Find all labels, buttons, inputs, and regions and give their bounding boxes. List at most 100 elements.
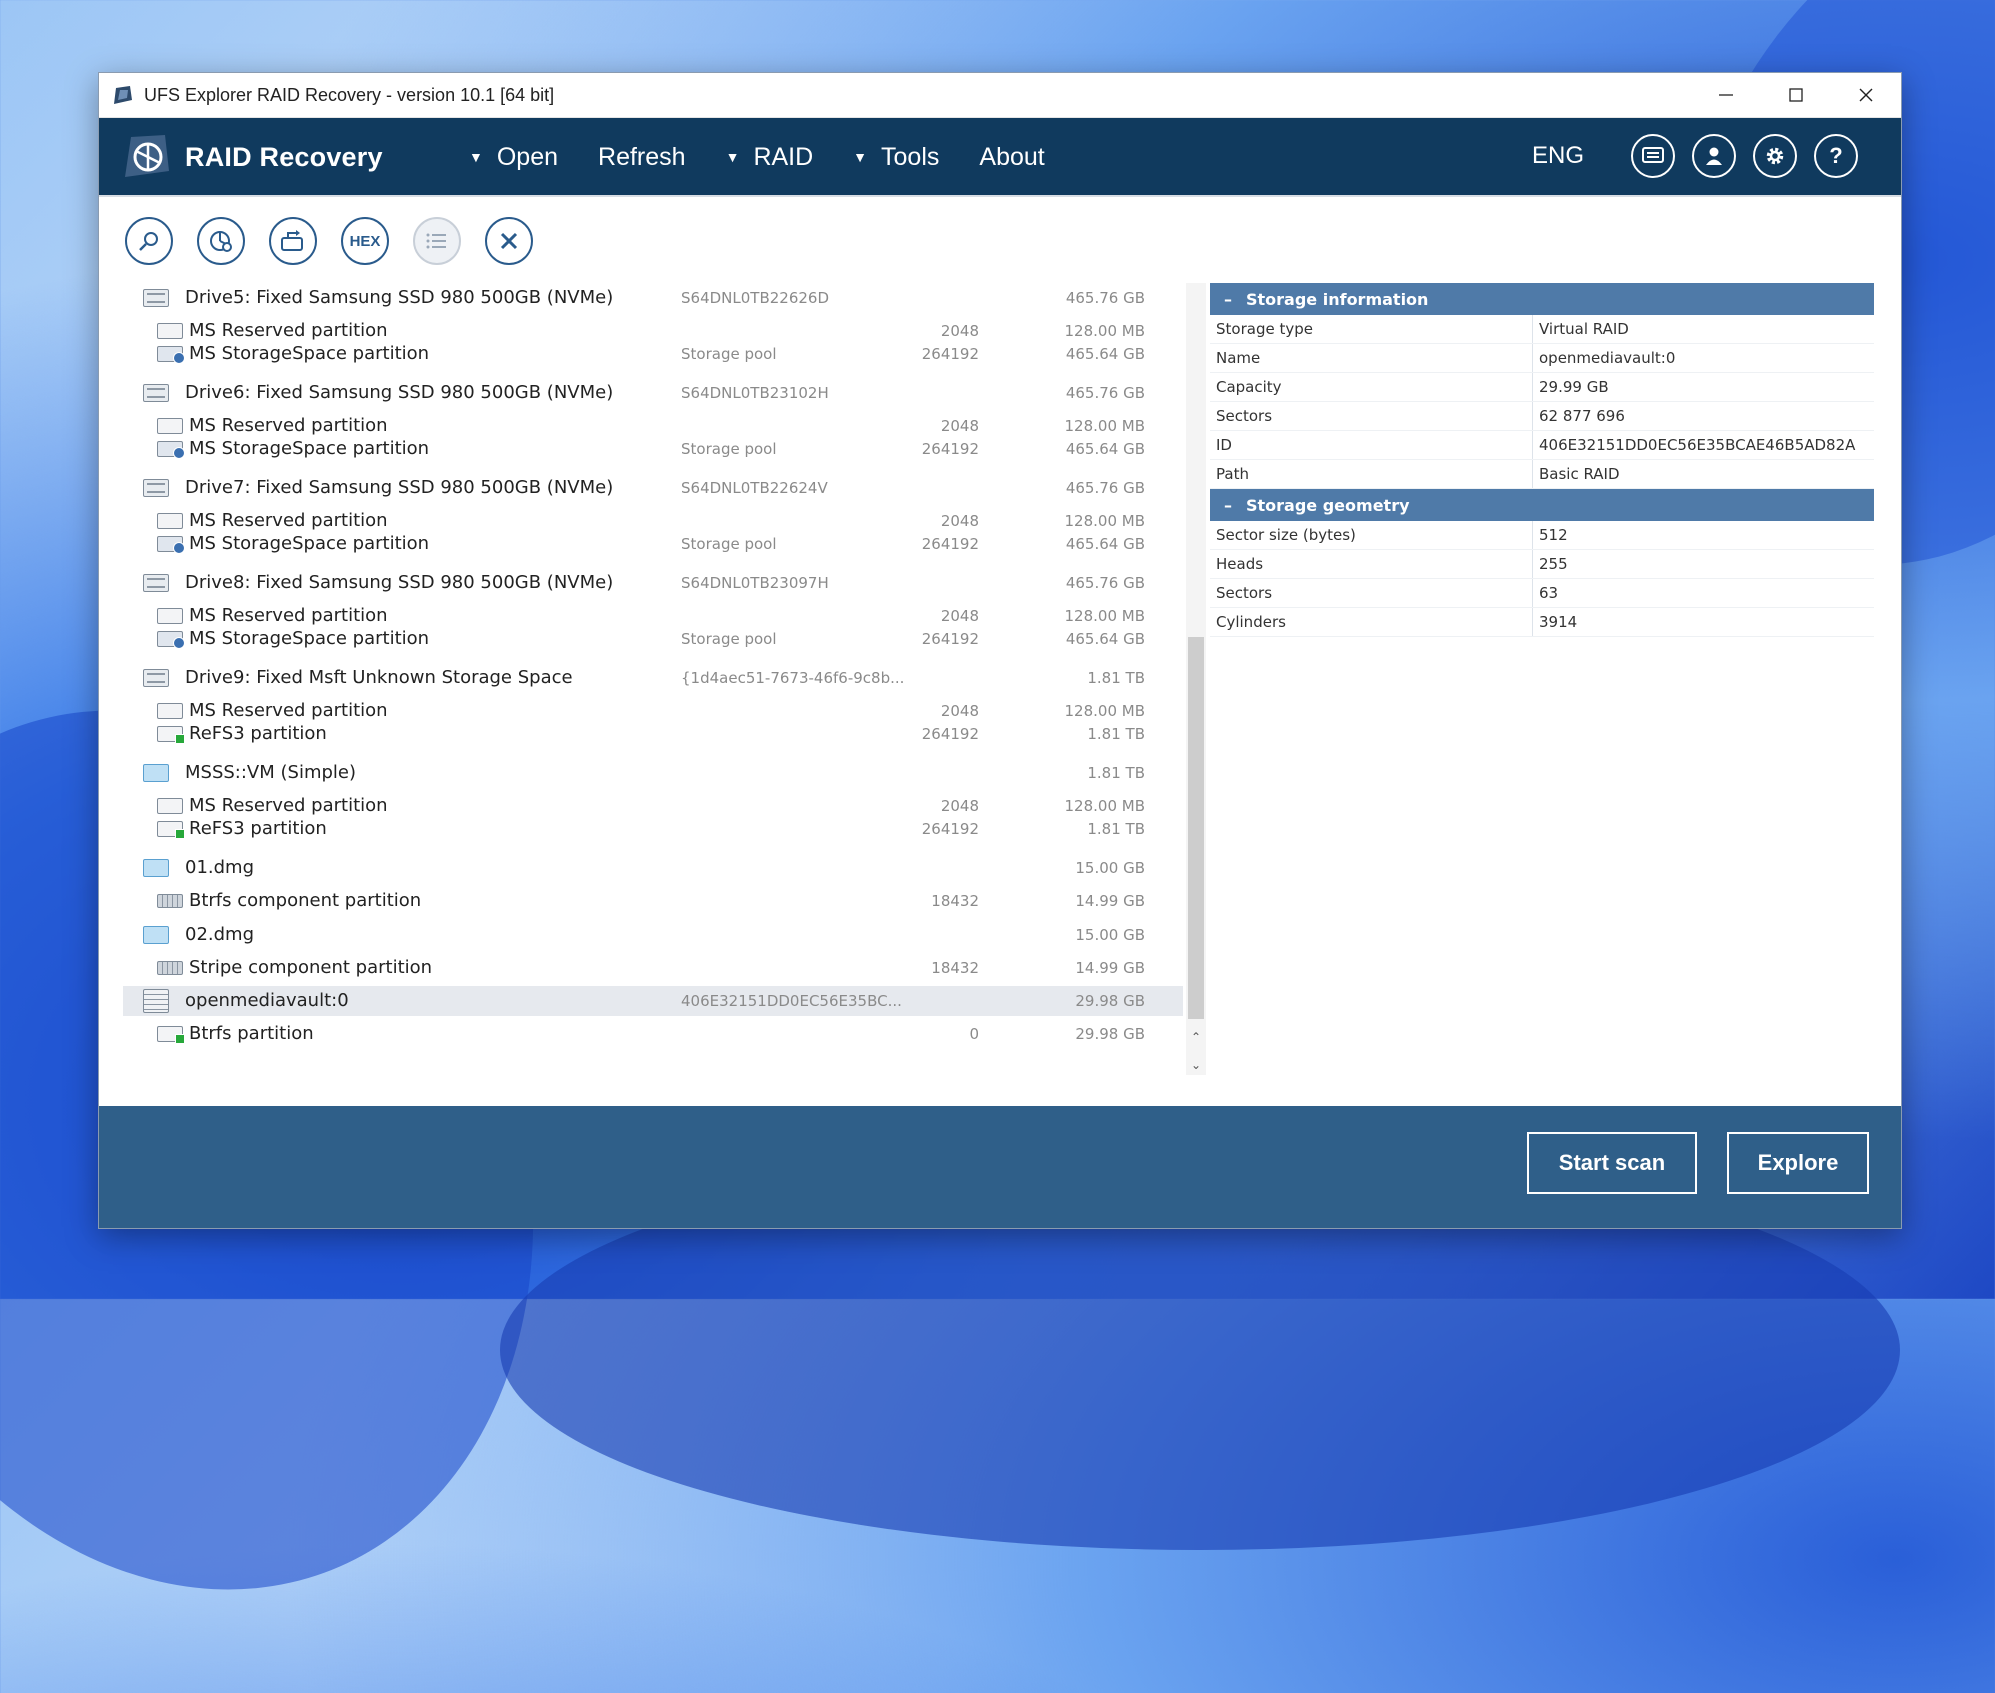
property-row: Heads 255 bbox=[1210, 550, 1874, 579]
drive-icon bbox=[143, 669, 169, 687]
item-size: 1.81 TB bbox=[1087, 764, 1145, 782]
start-scan-button[interactable]: Start scan bbox=[1527, 1132, 1697, 1194]
storage-pool-icon bbox=[157, 536, 185, 554]
property-key: Name bbox=[1210, 344, 1533, 372]
item-start-sector: 18432 bbox=[931, 892, 979, 910]
item-info: S64DNL0TB23102H bbox=[681, 384, 829, 402]
item-name: MS StorageSpace partition bbox=[189, 628, 430, 649]
tree-partition-row[interactable]: ReFS3 partition 264192 1.81 TB bbox=[123, 719, 1183, 749]
menu-refresh[interactable]: Refresh bbox=[598, 143, 686, 172]
item-info: S64DNL0TB22624V bbox=[681, 479, 828, 497]
dropdown-arrow-icon: ▼ bbox=[725, 149, 740, 165]
search-button[interactable] bbox=[125, 217, 173, 265]
menu-about[interactable]: About bbox=[979, 143, 1044, 172]
property-key: Sector size (bytes) bbox=[1210, 521, 1533, 549]
tree-partition-row[interactable]: MS StorageSpace partition Storage pool 264… bbox=[123, 434, 1183, 464]
menu-tools-label: Tools bbox=[881, 142, 940, 171]
tree-storage-row[interactable]: MSSS::VM (Simple) 1.81 TB bbox=[123, 758, 1183, 788]
item-info: Storage pool bbox=[681, 345, 777, 363]
item-start-sector: 0 bbox=[969, 1025, 979, 1043]
filesystem-partition-icon bbox=[157, 821, 185, 839]
tree-storage-row[interactable]: Drive9: Fixed Msft Unknown Storage Space… bbox=[123, 663, 1183, 693]
scrollbar-thumb[interactable] bbox=[1188, 637, 1204, 1019]
tree-partition-row[interactable]: MS StorageSpace partition Storage pool 264… bbox=[123, 529, 1183, 559]
partition-icon bbox=[157, 798, 183, 814]
property-row: Sectors 63 bbox=[1210, 579, 1874, 608]
partition-chart-button[interactable] bbox=[197, 217, 245, 265]
settings-button[interactable] bbox=[1753, 134, 1797, 178]
tree-storage-row[interactable]: 02.dmg 15.00 GB bbox=[123, 920, 1183, 950]
tree-storage-row[interactable]: Drive8: Fixed Samsung SSD 980 500GB (NVM… bbox=[123, 568, 1183, 598]
property-value: openmediavault:0 bbox=[1539, 349, 1676, 367]
pie-chart-icon bbox=[210, 231, 232, 252]
partition-icon bbox=[157, 323, 183, 339]
list-icon bbox=[426, 233, 446, 249]
account-button[interactable] bbox=[1692, 134, 1736, 178]
item-size: 14.99 GB bbox=[1075, 959, 1145, 977]
app-logo: RAID Recovery bbox=[121, 131, 383, 183]
tree-storage-row[interactable]: Drive6: Fixed Samsung SSD 980 500GB (NVM… bbox=[123, 378, 1183, 408]
tree-partition-row[interactable]: ReFS3 partition 264192 1.81 TB bbox=[123, 814, 1183, 844]
title-bar: UFS Explorer RAID Recovery - version 10.… bbox=[99, 73, 1901, 118]
item-info: {1d4aec51-7673-46f6-9c8b... bbox=[681, 669, 905, 687]
item-size: 465.76 GB bbox=[1065, 289, 1145, 307]
close-window-button[interactable] bbox=[1831, 73, 1901, 117]
tree-storage-row[interactable]: openmediavault:0 406E32151DD0EC56E35BC...… bbox=[123, 986, 1183, 1016]
item-name: MS Reserved partition bbox=[189, 320, 388, 341]
item-start-sector: 2048 bbox=[940, 512, 979, 530]
help-button[interactable]: ? bbox=[1814, 134, 1858, 178]
property-key: Capacity bbox=[1210, 373, 1533, 401]
explore-button[interactable]: Explore bbox=[1727, 1132, 1869, 1194]
maximize-button[interactable] bbox=[1761, 73, 1831, 117]
item-name: MS StorageSpace partition bbox=[189, 438, 430, 459]
storage-tree: Drive5: Fixed Samsung SSD 980 500GB (NVM… bbox=[123, 283, 1183, 1073]
item-name: Drive6: Fixed Samsung SSD 980 500GB (NVM… bbox=[185, 382, 614, 403]
item-start-sector: 18432 bbox=[931, 959, 979, 977]
property-key: Storage type bbox=[1210, 315, 1533, 343]
item-info: S64DNL0TB22626D bbox=[681, 289, 830, 307]
item-name: MS StorageSpace partition bbox=[189, 533, 430, 554]
tree-storage-row[interactable]: Drive5: Fixed Samsung SSD 980 500GB (NVM… bbox=[123, 283, 1183, 313]
properties-button[interactable] bbox=[413, 217, 461, 265]
gear-icon bbox=[1766, 147, 1784, 165]
tree-storage-row[interactable]: 01.dmg 15.00 GB bbox=[123, 853, 1183, 883]
item-name: Drive9: Fixed Msft Unknown Storage Space bbox=[185, 667, 573, 688]
menu-tools[interactable]: ▼ Tools bbox=[853, 143, 939, 172]
storage-information-header[interactable]: – Storage information bbox=[1210, 283, 1874, 315]
section-title: Storage information bbox=[1246, 289, 1429, 309]
language-selector[interactable]: ENG bbox=[1532, 142, 1584, 170]
item-name: Stripe component partition bbox=[189, 957, 433, 978]
menu-open[interactable]: ▼ Open bbox=[469, 143, 558, 172]
item-start-sector: 2048 bbox=[940, 607, 979, 625]
property-value: 62 877 696 bbox=[1539, 407, 1625, 425]
app-icon bbox=[114, 86, 132, 104]
hex-viewer-button[interactable]: HEX bbox=[341, 217, 389, 265]
property-value: Basic RAID bbox=[1539, 465, 1620, 483]
toolbar: HEX bbox=[125, 217, 557, 265]
property-key: Sectors bbox=[1210, 402, 1533, 430]
user-icon bbox=[1706, 147, 1722, 165]
tree-scrollbar[interactable]: ⌃ ⌄ bbox=[1186, 283, 1206, 1075]
item-size: 465.64 GB bbox=[1065, 440, 1145, 458]
collapse-icon: – bbox=[1224, 289, 1232, 309]
scroll-up-icon[interactable]: ⌃ bbox=[1186, 1027, 1206, 1047]
property-value: 406E32151DD0EC56E35BCAE46B5AD82A bbox=[1539, 436, 1856, 454]
scroll-down-icon[interactable]: ⌄ bbox=[1186, 1055, 1206, 1075]
tree-storage-row[interactable]: Drive7: Fixed Samsung SSD 980 500GB (NVM… bbox=[123, 473, 1183, 503]
tree-partition-row[interactable]: MS StorageSpace partition Storage pool 264… bbox=[123, 339, 1183, 369]
storage-pool-icon bbox=[157, 346, 185, 364]
close-storage-button[interactable] bbox=[485, 217, 533, 265]
messages-button[interactable] bbox=[1631, 134, 1675, 178]
tree-partition-row[interactable]: MS StorageSpace partition Storage pool 264… bbox=[123, 624, 1183, 654]
minimize-button[interactable] bbox=[1691, 73, 1761, 117]
item-size: 465.64 GB bbox=[1065, 630, 1145, 648]
tree-partition-row[interactable]: Btrfs partition 0 29.98 GB bbox=[123, 1019, 1183, 1049]
item-info: 406E32151DD0EC56E35BC... bbox=[681, 992, 902, 1010]
tree-partition-row[interactable]: Stripe component partition 18432 14.99 GB bbox=[123, 953, 1183, 983]
tree-partition-row[interactable]: Btrfs component partition 18432 14.99 GB bbox=[123, 886, 1183, 916]
filesystem-partition-icon bbox=[157, 726, 185, 744]
property-value: 255 bbox=[1539, 555, 1568, 573]
menu-raid[interactable]: ▼ RAID bbox=[726, 143, 814, 172]
storage-geometry-header[interactable]: – Storage geometry bbox=[1210, 489, 1874, 521]
image-button[interactable] bbox=[269, 217, 317, 265]
